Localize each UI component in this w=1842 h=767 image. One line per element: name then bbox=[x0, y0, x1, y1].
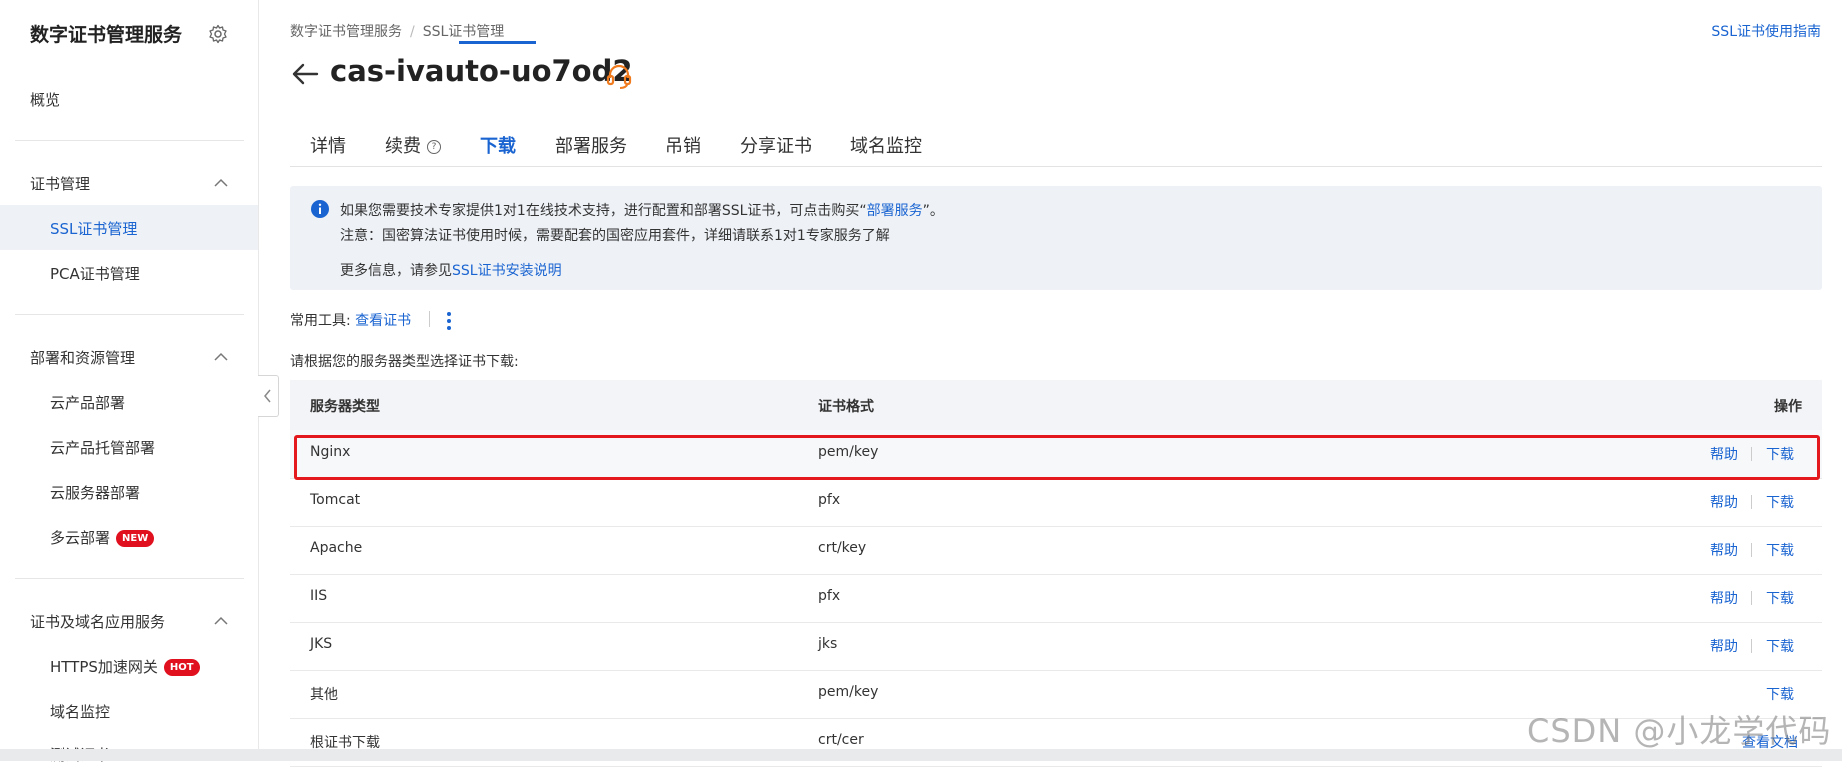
new-badge: NEW bbox=[116, 530, 155, 547]
sidebar-item-https-gateway[interactable]: HTTPS加速网关 HOT bbox=[50, 656, 200, 677]
help-link[interactable]: 帮助 bbox=[1710, 540, 1738, 560]
help-link[interactable]: 帮助 bbox=[1710, 636, 1738, 656]
header-action: 操作 bbox=[1774, 399, 1802, 415]
divider bbox=[15, 140, 244, 141]
notice-text: 更多信息，请参见 bbox=[340, 263, 452, 279]
breadcrumb-item[interactable]: SSL证书管理 bbox=[423, 24, 505, 40]
tab-renew[interactable]: 续费? bbox=[385, 132, 441, 158]
view-cert-link[interactable]: 查看证书 bbox=[355, 313, 411, 329]
server-type: IIS bbox=[310, 588, 328, 604]
sidebar-group-app-services[interactable]: 证书及域名应用服务 bbox=[30, 611, 165, 632]
active-tab-indicator bbox=[459, 41, 536, 44]
breadcrumb-item[interactable]: 数字证书管理服务 bbox=[290, 24, 402, 40]
install-guide-link[interactable]: SSL证书安装说明 bbox=[452, 263, 562, 279]
divider bbox=[15, 314, 244, 315]
header-server-type: 服务器类型 bbox=[310, 399, 380, 415]
back-arrow-icon[interactable] bbox=[290, 62, 320, 86]
tab-details[interactable]: 详情 bbox=[310, 132, 346, 158]
headset-icon[interactable] bbox=[605, 62, 633, 90]
info-notice: 如果您需要技术专家提供1对1在线技术支持，进行配置和部署SSL证书，可点击购买“… bbox=[290, 186, 1822, 290]
tools-label: 常用工具: bbox=[290, 313, 351, 329]
divider bbox=[1751, 591, 1752, 605]
table-row: Apache crt/key 帮助 下载 bbox=[290, 526, 1822, 575]
sidebar-item-hosted-deploy[interactable]: 云产品托管部署 bbox=[50, 437, 155, 458]
cert-format: pfx bbox=[818, 492, 841, 508]
server-type: Apache bbox=[310, 540, 363, 556]
cert-format: crt/key bbox=[818, 540, 867, 556]
download-link[interactable]: 下载 bbox=[1766, 540, 1794, 560]
sidebar-item-ssl-cert[interactable]: SSL证书管理 bbox=[50, 218, 137, 239]
divider bbox=[1751, 543, 1752, 557]
notice-text: ”。 bbox=[922, 203, 944, 219]
divider bbox=[15, 578, 244, 579]
watermark: CSDN @小龙学代码 bbox=[1527, 712, 1832, 750]
divider bbox=[429, 311, 430, 327]
sidebar-group-cert-management[interactable]: 证书管理 bbox=[30, 173, 90, 194]
help-link[interactable]: 帮助 bbox=[1710, 588, 1738, 608]
sidebar-item-domain-monitor[interactable]: 域名监控 bbox=[50, 701, 110, 722]
tab-domain-monitor[interactable]: 域名监控 bbox=[850, 132, 922, 158]
sidebar-title: 数字证书管理服务 bbox=[30, 24, 183, 46]
chevron-up-icon[interactable] bbox=[213, 176, 229, 188]
notice-line: 注意：国密算法证书使用时候，需要配套的国密应用套件，详细请联系1对1专家服务了解 bbox=[340, 228, 890, 244]
guide-link[interactable]: SSL证书使用指南 bbox=[1711, 21, 1821, 41]
sidebar: 数字证书管理服务 概览 证书管理 SSL证书管理 PCA证书管理 部署和资源管理… bbox=[0, 0, 259, 764]
tab-download[interactable]: 下载 bbox=[480, 132, 516, 158]
tab-bar: 详情 续费? 下载 部署服务 吊销 分享证书 域名监控 bbox=[290, 122, 1822, 167]
info-icon bbox=[311, 200, 329, 218]
cert-format: jks bbox=[818, 636, 838, 652]
cert-format: crt/cer bbox=[818, 732, 864, 748]
divider bbox=[1751, 639, 1752, 653]
sidebar-item-pca-cert[interactable]: PCA证书管理 bbox=[50, 263, 140, 284]
sidebar-item-label: 多云部署 bbox=[50, 529, 111, 547]
tab-deploy-service[interactable]: 部署服务 bbox=[555, 132, 627, 158]
highlight-annotation bbox=[294, 435, 1820, 480]
question-circle-icon[interactable]: ? bbox=[427, 140, 441, 154]
sidebar-collapse-handle[interactable] bbox=[258, 375, 279, 417]
bottom-scrollbar[interactable] bbox=[0, 749, 1842, 761]
server-type: JKS bbox=[310, 636, 333, 652]
chevron-left-icon bbox=[264, 389, 271, 403]
table-row: JKS jks 帮助 下载 bbox=[290, 622, 1822, 671]
sidebar-item-cloud-deploy[interactable]: 云产品部署 bbox=[50, 392, 125, 413]
download-link[interactable]: 下载 bbox=[1766, 588, 1794, 608]
table-header: 服务器类型 证书格式 操作 bbox=[290, 380, 1822, 430]
table-row: Tomcat pfx 帮助 下载 bbox=[290, 478, 1822, 527]
cert-format: pem/key bbox=[818, 684, 879, 700]
chevron-up-icon[interactable] bbox=[213, 350, 229, 362]
deploy-service-link[interactable]: 部署服务 bbox=[867, 203, 923, 219]
common-tools: 常用工具: 查看证书 bbox=[290, 310, 411, 330]
cert-format: pfx bbox=[818, 588, 841, 604]
notice-line: 更多信息，请参见SSL证书安装说明 bbox=[340, 260, 562, 280]
download-link[interactable]: 下载 bbox=[1766, 636, 1794, 656]
chevron-up-icon[interactable] bbox=[213, 614, 229, 626]
gear-icon[interactable] bbox=[208, 24, 228, 44]
sidebar-item-overview[interactable]: 概览 bbox=[30, 89, 60, 110]
sidebar-item-multicloud-deploy[interactable]: 多云部署 NEW bbox=[50, 527, 155, 548]
divider bbox=[1751, 495, 1752, 509]
table-row: IIS pfx 帮助 下载 bbox=[290, 574, 1822, 623]
sidebar-group-deploy[interactable]: 部署和资源管理 bbox=[30, 347, 135, 368]
header-cert-format: 证书格式 bbox=[818, 399, 874, 415]
help-link[interactable]: 帮助 bbox=[1710, 492, 1738, 512]
sidebar-item-server-deploy[interactable]: 云服务器部署 bbox=[50, 482, 140, 503]
sidebar-item-label: HTTPS加速网关 bbox=[50, 658, 158, 676]
tab-share-cert[interactable]: 分享证书 bbox=[740, 132, 812, 158]
tab-label: 续费 bbox=[385, 136, 421, 157]
more-vertical-icon[interactable] bbox=[445, 310, 453, 332]
tab-revoke[interactable]: 吊销 bbox=[665, 132, 701, 158]
download-link[interactable]: 下载 bbox=[1766, 684, 1794, 704]
hot-badge: HOT bbox=[163, 659, 200, 676]
breadcrumb: 数字证书管理服务 / SSL证书管理 bbox=[290, 24, 505, 40]
page-title: cas-ivauto-uo7od2 bbox=[330, 54, 633, 88]
download-link[interactable]: 下载 bbox=[1766, 492, 1794, 512]
notice-line: 如果您需要技术专家提供1对1在线技术支持，进行配置和部署SSL证书，可点击购买“… bbox=[340, 200, 944, 220]
server-type: Tomcat bbox=[310, 492, 361, 508]
select-hint: 请根据您的服务器类型选择证书下载: bbox=[290, 354, 519, 370]
server-type: 其他 bbox=[310, 687, 338, 703]
notice-text: 如果您需要技术专家提供1对1在线技术支持，进行配置和部署SSL证书，可点击购买“ bbox=[340, 203, 867, 219]
